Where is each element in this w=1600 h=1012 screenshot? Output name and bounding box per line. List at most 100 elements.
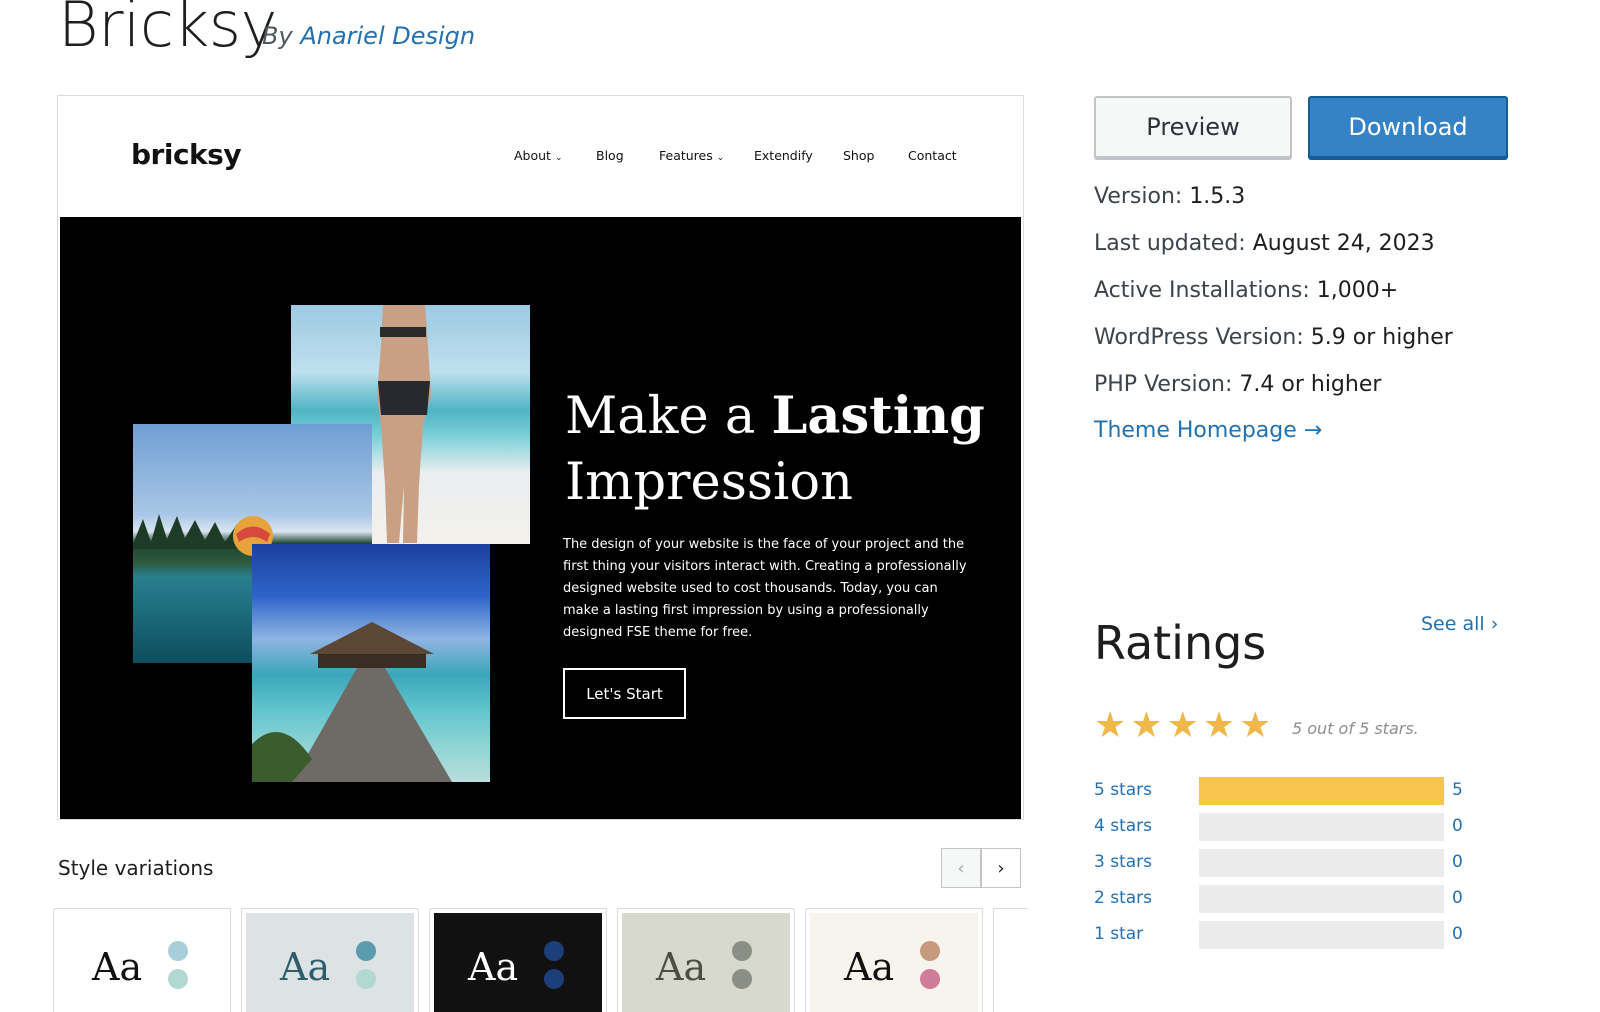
star-icon: ★ <box>1130 705 1163 746</box>
meta-php-version: PHP Version: 7.4 or higher <box>1094 372 1381 397</box>
meta-version: Version: 1.5.3 <box>1094 184 1245 209</box>
previous-arrow-button[interactable]: ‹ <box>941 848 981 888</box>
color-swatch <box>732 941 752 961</box>
style-variations-strip: Aa Aa Aa Aa Aa <box>53 908 1028 1012</box>
color-swatch <box>544 969 564 989</box>
meta-value: 7.4 or higher <box>1239 372 1382 397</box>
meta-wp-version: WordPress Version: 5.9 or higher <box>1094 325 1453 350</box>
hero-cta-button: Let's Start <box>563 668 686 719</box>
preview-menu-label: Features <box>659 148 713 163</box>
style-variations-title: Style variations <box>58 856 214 880</box>
meta-label: PHP Version: <box>1094 372 1233 397</box>
theme-homepage-link[interactable]: Theme Homepage → <box>1094 418 1322 443</box>
hero-body-text: The design of your website is the face o… <box>563 537 967 640</box>
rating-count: 0 <box>1452 816 1463 836</box>
star-icon: ★ <box>1202 705 1236 746</box>
preview-menu-features: Features ⌄ <box>659 148 754 163</box>
preview-hero: Make a Lasting Impression The design of … <box>60 217 1021 819</box>
meta-label: Last updated: <box>1094 231 1246 256</box>
preview-menu-label: About <box>514 148 551 163</box>
rating-row[interactable]: 3 stars 0 <box>1094 849 1474 877</box>
style-variation-preview: Aa <box>810 913 978 1012</box>
style-variation-card[interactable]: Aa <box>617 908 795 1012</box>
see-all-link[interactable]: See all › <box>1421 613 1498 635</box>
rating-label[interactable]: 4 stars <box>1094 816 1152 836</box>
rating-count: 0 <box>1452 852 1463 872</box>
preview-menu-about: About ⌄ <box>514 148 584 163</box>
chevron-right-icon: › <box>1490 613 1499 635</box>
woman-figure <box>377 305 431 543</box>
ratings-title: Ratings <box>1094 616 1267 670</box>
author-link[interactable]: Anariel Design <box>300 22 475 50</box>
star-icon: ★ <box>1239 705 1272 746</box>
hero-heading: Make a Lasting Impression <box>565 383 985 516</box>
rating-count: 0 <box>1452 888 1463 908</box>
style-variation-card[interactable]: Aa <box>241 908 419 1012</box>
chevron-down-icon: ⌄ <box>554 153 563 163</box>
style-variation-preview: Aa <box>246 913 414 1012</box>
rating-bar <box>1199 885 1444 913</box>
style-variations-nav: ‹ › <box>941 848 1021 888</box>
theme-author: By Anariel Design <box>262 22 475 50</box>
preview-logo: bricksy <box>131 138 242 171</box>
meta-active-installs: Active Installations: 1,000+ <box>1094 278 1398 303</box>
style-variation-preview: Aa <box>622 913 790 1012</box>
rating-count: 0 <box>1452 924 1463 944</box>
color-swatch <box>544 941 564 961</box>
style-variation-sample-text: Aa <box>280 945 331 989</box>
stars-summary: 5 out of 5 stars. <box>1292 719 1419 738</box>
theme-screenshot: bricksy About ⌄ Blog Features ⌄ Extendif… <box>57 95 1024 820</box>
style-variation-sample-text: Aa <box>468 945 519 989</box>
rating-row[interactable]: 4 stars 0 <box>1094 813 1474 841</box>
pier-photo <box>252 544 490 782</box>
style-variation-sample-text: Aa <box>844 945 895 989</box>
by-label: By <box>262 22 293 50</box>
preview-button[interactable]: Preview <box>1094 96 1292 158</box>
style-variation-card[interactable]: Aa <box>429 908 607 1012</box>
meta-label: Version: <box>1094 184 1183 209</box>
rating-bar <box>1199 849 1444 877</box>
rating-label[interactable]: 3 stars <box>1094 852 1152 872</box>
meta-value: August 24, 2023 <box>1252 231 1435 256</box>
chevron-right-icon: › <box>997 857 1005 879</box>
rating-label[interactable]: 2 stars <box>1094 888 1152 908</box>
rating-count: 5 <box>1452 780 1463 800</box>
hero-heading-part: Impression <box>565 453 853 512</box>
see-all-label: See all <box>1421 613 1485 635</box>
meta-value: 1.5.3 <box>1189 184 1246 209</box>
rating-bar <box>1199 777 1444 805</box>
rating-row[interactable]: 5 stars 5 <box>1094 777 1474 805</box>
color-swatch <box>920 941 940 961</box>
meta-label: WordPress Version: <box>1094 325 1304 350</box>
chevron-down-icon: ⌄ <box>716 153 725 163</box>
rating-row[interactable]: 1 star 0 <box>1094 921 1474 949</box>
style-variation-sample-text: Aa <box>656 945 707 989</box>
style-variation-card[interactable] <box>993 908 1028 1012</box>
star-rating: ★ ★ ★ ★ ★ <box>1094 708 1271 744</box>
color-swatch <box>168 969 188 989</box>
style-variation-preview: Aa <box>434 913 602 1012</box>
star-icon: ★ <box>1094 705 1127 746</box>
style-variation-card[interactable]: Aa <box>805 908 983 1012</box>
color-swatch <box>920 969 940 989</box>
next-arrow-button[interactable]: › <box>981 848 1021 888</box>
style-variation-preview: Aa <box>58 913 226 1012</box>
style-variation-card[interactable]: Aa <box>53 908 231 1012</box>
rating-bar <box>1199 813 1444 841</box>
color-swatch <box>356 941 376 961</box>
rating-label[interactable]: 5 stars <box>1094 780 1152 800</box>
hero-heading-part: Make a <box>565 387 772 446</box>
meta-value: 5.9 or higher <box>1310 325 1453 350</box>
meta-value: 1,000+ <box>1316 278 1399 303</box>
style-variation-sample-text: Aa <box>92 945 143 989</box>
rating-row[interactable]: 2 stars 0 <box>1094 885 1474 913</box>
download-button[interactable]: Download <box>1308 96 1508 158</box>
preview-menu-shop: Shop <box>843 148 875 163</box>
rating-label[interactable]: 1 star <box>1094 924 1143 944</box>
theme-title: Bricksy <box>58 0 277 61</box>
hero-heading-bold: Lasting <box>771 386 985 446</box>
rating-bar <box>1199 921 1444 949</box>
star-icon: ★ <box>1166 705 1199 746</box>
color-swatch <box>356 969 376 989</box>
pier-illustration <box>252 622 452 782</box>
